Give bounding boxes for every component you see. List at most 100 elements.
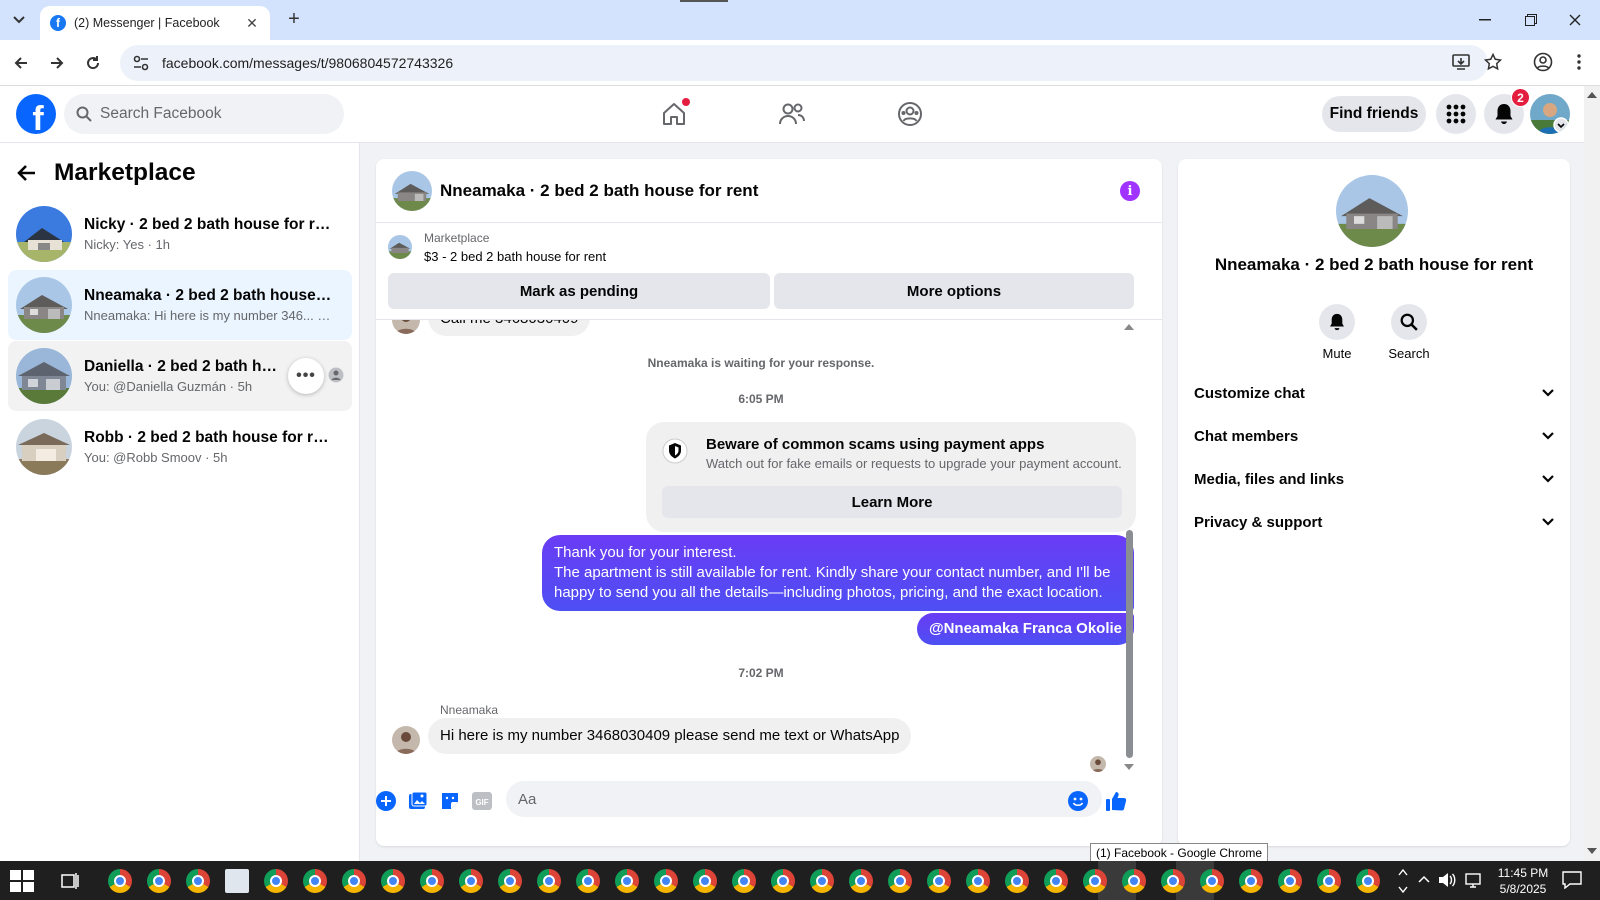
gif-button[interactable]: GIF xyxy=(470,789,494,813)
chrome-taskbar-icon[interactable] xyxy=(1161,869,1185,893)
close-window-button[interactable] xyxy=(1552,6,1598,34)
chrome-taskbar-icon[interactable] xyxy=(810,869,834,893)
chrome-taskbar-icon[interactable] xyxy=(264,869,288,893)
chrome-taskbar-icon[interactable] xyxy=(1317,869,1341,893)
menu-grid-button[interactable] xyxy=(1436,94,1476,134)
chrome-taskbar-icon[interactable] xyxy=(420,869,444,893)
outgoing-mention-bubble[interactable]: @Nneamaka Franca Okolie xyxy=(916,613,1134,645)
message-scrollbar[interactable] xyxy=(1122,320,1136,775)
info-icon[interactable]: i xyxy=(1120,181,1140,201)
chrome-taskbar-icon[interactable] xyxy=(654,869,678,893)
facebook-search[interactable] xyxy=(64,94,344,134)
omnibox[interactable]: facebook.com/messages/t/9806804572743326 xyxy=(120,45,1488,81)
chevron-up-icon[interactable] xyxy=(1418,875,1430,883)
chat-options-button[interactable]: ••• xyxy=(288,358,324,394)
back-arrow-icon[interactable] xyxy=(16,164,36,182)
browser-menu-button[interactable] xyxy=(1564,47,1594,77)
person-icon[interactable] xyxy=(328,367,344,383)
scroll-up-icon[interactable] xyxy=(1124,324,1134,330)
chrome-taskbar-icon[interactable] xyxy=(381,869,405,893)
media-files-links-section[interactable]: Media, files and links xyxy=(1194,459,1554,499)
chrome-taskbar-icon[interactable] xyxy=(537,869,561,893)
windows-start-icon[interactable] xyxy=(8,870,36,892)
chrome-taskbar-icon[interactable] xyxy=(615,869,639,893)
sender-avatar[interactable] xyxy=(392,726,420,754)
chat-item-robb[interactable]: Robb · 2 bed 2 bath house for rent You: … xyxy=(8,412,352,482)
system-clock[interactable]: 11:45 PM 5/8/2025 xyxy=(1488,865,1558,897)
forward-button[interactable] xyxy=(44,50,70,76)
account-avatar[interactable] xyxy=(1530,94,1570,134)
details-avatar[interactable] xyxy=(1336,175,1408,247)
app-taskbar-icon[interactable] xyxy=(225,869,249,893)
notification-center-icon[interactable] xyxy=(1562,871,1582,889)
scroll-up-icon[interactable] xyxy=(1587,92,1597,98)
chrome-taskbar-icon[interactable] xyxy=(1005,869,1029,893)
chrome-taskbar-icon[interactable] xyxy=(342,869,366,893)
restore-button[interactable] xyxy=(1508,6,1554,34)
privacy-support-section[interactable]: Privacy & support xyxy=(1194,502,1554,542)
chrome-taskbar-icon[interactable] xyxy=(108,869,132,893)
sticker-button[interactable] xyxy=(438,789,462,813)
site-info-icon[interactable] xyxy=(132,54,150,72)
chrome-taskbar-icon[interactable] xyxy=(771,869,795,893)
like-send-button[interactable] xyxy=(1104,789,1128,813)
volume-icon[interactable] xyxy=(1438,872,1456,888)
install-app-button[interactable] xyxy=(1446,47,1476,77)
more-options-button[interactable]: More options xyxy=(774,273,1134,309)
chrome-taskbar-icon[interactable] xyxy=(303,869,327,893)
chrome-taskbar-icon[interactable] xyxy=(1278,869,1302,893)
minimize-button[interactable] xyxy=(1462,6,1508,34)
mute-button[interactable]: Mute xyxy=(1307,304,1367,361)
chrome-taskbar-icon[interactable] xyxy=(186,869,210,893)
chrome-taskbar-icon[interactable] xyxy=(459,869,483,893)
learn-more-button[interactable]: Learn More xyxy=(662,486,1122,518)
browser-tab-messenger[interactable]: f (2) Messenger | Facebook ✕ xyxy=(40,6,270,40)
chat-members-section[interactable]: Chat members xyxy=(1194,416,1554,456)
chrome-taskbar-icon[interactable] xyxy=(888,869,912,893)
listing-summary[interactable]: Marketplace $3 - 2 bed 2 bath house for … xyxy=(388,231,606,264)
groups-nav[interactable] xyxy=(892,96,928,132)
scrollbar-thumb[interactable] xyxy=(1126,530,1133,758)
more-actions-button[interactable] xyxy=(376,789,398,813)
message-input[interactable] xyxy=(506,781,1102,817)
attach-photo-button[interactable] xyxy=(406,789,430,813)
chrome-taskbar-icon[interactable] xyxy=(927,869,951,893)
friends-nav[interactable] xyxy=(774,96,810,132)
chrome-taskbar-icon[interactable] xyxy=(1200,869,1224,893)
tab-close-icon[interactable]: ✕ xyxy=(244,15,260,32)
reload-button[interactable] xyxy=(80,50,106,76)
chrome-taskbar-icon[interactable] xyxy=(576,869,600,893)
facebook-logo[interactable]: f xyxy=(16,94,56,134)
chrome-taskbar-icon[interactable] xyxy=(1044,869,1068,893)
conversation-avatar[interactable] xyxy=(392,170,432,211)
chrome-taskbar-icon[interactable] xyxy=(498,869,522,893)
emoji-button[interactable] xyxy=(1066,789,1090,813)
mark-as-pending-button[interactable]: Mark as pending xyxy=(388,273,770,309)
scroll-down-icon[interactable] xyxy=(1124,764,1134,770)
taskbar-scroll-icon[interactable] xyxy=(1398,867,1408,895)
find-friends-button[interactable]: Find friends xyxy=(1322,96,1426,132)
search-in-chat-button[interactable]: Search xyxy=(1379,304,1439,361)
chrome-taskbar-icon[interactable] xyxy=(1122,869,1146,893)
chrome-taskbar-icon[interactable] xyxy=(966,869,990,893)
profile-button[interactable] xyxy=(1528,47,1558,77)
chat-item-nicky[interactable]: Nicky · 2 bed 2 bath house for rent Nick… xyxy=(8,199,352,269)
network-icon[interactable] xyxy=(1464,872,1482,888)
chat-item-daniella[interactable]: Daniella · 2 bed 2 bath house f You: @Da… xyxy=(8,341,352,411)
task-view-icon[interactable] xyxy=(60,871,80,891)
chrome-taskbar-icon[interactable] xyxy=(147,869,171,893)
notifications-button[interactable]: 2 xyxy=(1484,88,1530,134)
page-scrollbar[interactable] xyxy=(1584,86,1600,861)
scroll-down-icon[interactable] xyxy=(1587,848,1597,854)
tab-search-button[interactable] xyxy=(6,8,32,32)
chat-item-nneamaka[interactable]: Nneamaka · 2 bed 2 bath house fo... Nnea… xyxy=(8,270,352,340)
chrome-taskbar-icon[interactable] xyxy=(1356,869,1380,893)
facebook-search-input[interactable] xyxy=(100,105,320,123)
bookmark-button[interactable] xyxy=(1478,47,1508,77)
chrome-taskbar-icon[interactable] xyxy=(732,869,756,893)
customize-chat-section[interactable]: Customize chat xyxy=(1194,373,1554,413)
back-button[interactable] xyxy=(8,50,34,76)
chrome-taskbar-icon[interactable] xyxy=(1083,869,1107,893)
conversation-title[interactable]: Nneamaka · 2 bed 2 bath house for rent xyxy=(440,181,758,201)
new-tab-plus-icon[interactable]: + xyxy=(282,8,306,31)
